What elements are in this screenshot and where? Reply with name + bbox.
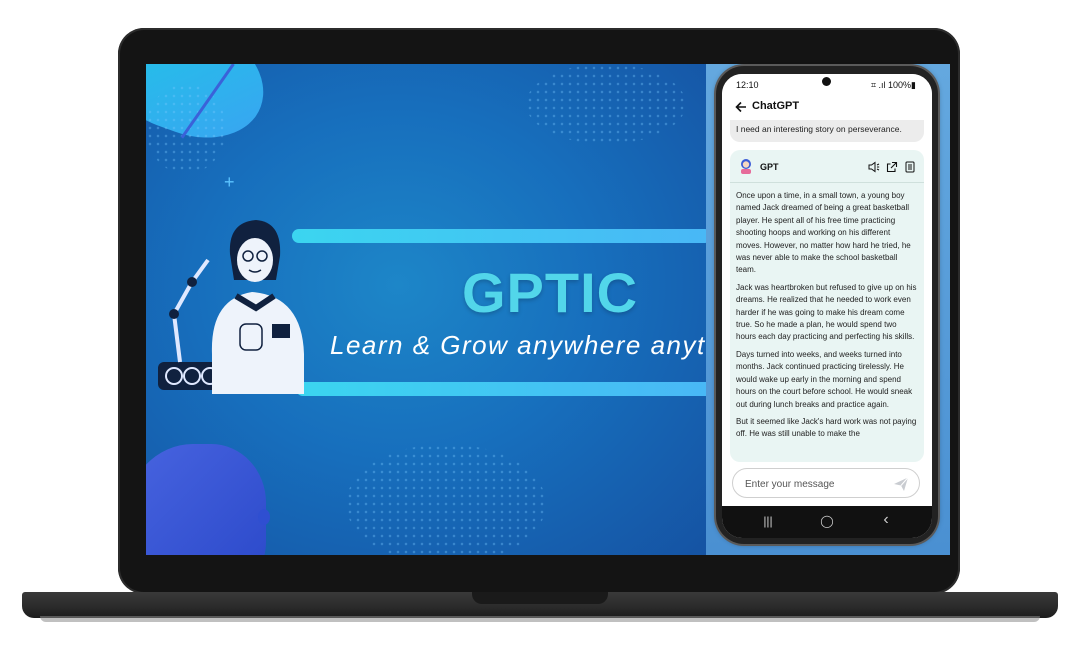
decorative-dots — [346, 444, 546, 555]
share-icon[interactable] — [886, 160, 898, 173]
promo-banner: + GPTIC Learn & Grow anywhere anyti — [146, 64, 706, 555]
home-button[interactable]: ◯ — [817, 514, 837, 528]
decorative-dots — [526, 64, 686, 144]
reply-body: Once upon a time, in a small town, a you… — [736, 190, 918, 446]
recent-apps-button[interactable]: ||| — [758, 514, 778, 528]
assistant-reply-card: GPT Once upon a time, in a small town, a… — [730, 150, 924, 462]
status-time: 12:10 — [736, 80, 759, 90]
decorative-blob — [146, 444, 266, 555]
laptop-base-shadow — [40, 616, 1040, 622]
status-indicators: ⌗ .ıl 100%▮ — [870, 80, 916, 90]
message-input[interactable] — [743, 475, 887, 493]
arrow-left-icon[interactable] — [734, 100, 748, 114]
status-bar: 12:10 ⌗ .ıl 100%▮ — [722, 74, 932, 94]
decorative-dot — [258, 509, 270, 525]
reply-paragraph: Once upon a time, in a small town, a you… — [736, 191, 911, 275]
banner-tagline: Learn & Grow anywhere anyti — [330, 330, 706, 360]
message-composer — [732, 468, 920, 498]
back-button[interactable]: ‹ — [876, 511, 896, 529]
user-message: I need an interesting story on persevera… — [730, 120, 924, 142]
reply-paragraph: Days turned into weeks, and weeks turned… — [736, 349, 913, 409]
brand-title: GPTIC — [462, 261, 639, 324]
reply-paragraph: But it seemed like Jack's hard work was … — [736, 416, 917, 439]
laptop-notch — [472, 592, 608, 604]
person-robot-illustration-icon — [158, 220, 304, 394]
reply-header: GPT — [730, 150, 924, 183]
plus-icon: + — [224, 172, 235, 192]
accent-bar-top — [292, 229, 706, 243]
reply-paragraph: Jack was heartbroken but refused to give… — [736, 282, 917, 342]
speaker-icon[interactable] — [868, 160, 880, 173]
system-nav-bar: ||| ◯ ‹ — [722, 506, 932, 538]
gpt-avatar-icon — [741, 159, 751, 174]
app-title: ChatGPT — [752, 100, 800, 112]
accent-bar-bottom — [296, 382, 706, 396]
camera-icon — [822, 77, 831, 86]
send-icon[interactable] — [893, 476, 909, 492]
app-bar: ChatGPT — [722, 94, 932, 122]
phone-screen: 12:10 ⌗ .ıl 100%▮ ChatGPT I need an inte… — [722, 74, 932, 538]
reply-sender: GPT — [760, 162, 779, 172]
copy-icon[interactable] — [904, 160, 916, 173]
